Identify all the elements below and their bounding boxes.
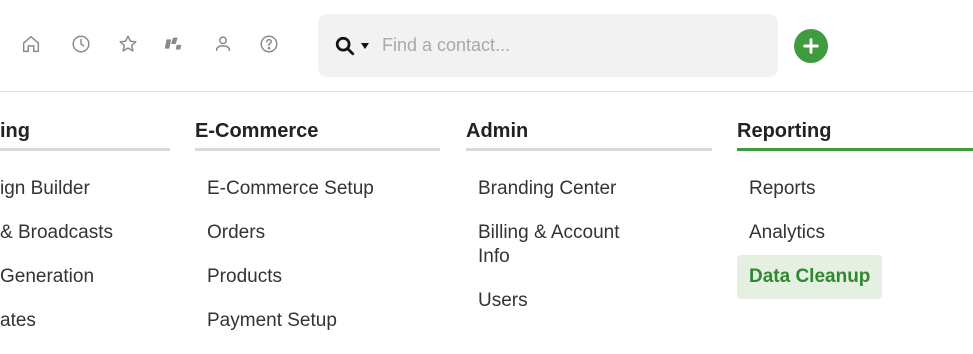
menu-item-data-cleanup[interactable]: Data Cleanup — [737, 255, 883, 299]
menu-column-ecommerce: E-Commerce E-Commerce Setup Orders Produ… — [195, 108, 440, 343]
menu-item[interactable]: Generation — [0, 255, 170, 299]
person-icon[interactable] — [210, 31, 236, 57]
menu-item-orders[interactable]: Orders — [195, 211, 440, 255]
home-icon[interactable] — [18, 31, 44, 57]
column-title: Admin — [466, 108, 712, 151]
menu-column-marketing: ing ign Builder & Broadcasts Generation … — [0, 108, 170, 343]
add-button[interactable] — [794, 29, 828, 63]
menu-item[interactable]: ign Builder — [0, 167, 170, 211]
menu-item-payment-setup[interactable]: Payment Setup — [195, 299, 440, 343]
menu-items: ign Builder & Broadcasts Generation ates — [0, 151, 170, 343]
column-title: ing — [0, 108, 170, 151]
pipeline-icon[interactable] — [160, 31, 186, 57]
menu-items: Reports Analytics Data Cleanup — [737, 151, 973, 299]
clock-icon[interactable] — [68, 31, 94, 57]
menu-item-products[interactable]: Products — [195, 255, 440, 299]
menu-item-billing[interactable]: Billing & Account Info — [466, 211, 666, 279]
menu-column-reporting: Reporting Reports Analytics Data Cleanup — [737, 108, 973, 299]
menu-item-analytics[interactable]: Analytics — [737, 211, 973, 255]
menu-item[interactable]: ates — [0, 299, 170, 343]
search-icon — [335, 36, 355, 55]
menu-item-reports[interactable]: Reports — [737, 167, 973, 211]
help-icon[interactable] — [256, 31, 282, 57]
chevron-down-icon — [361, 42, 369, 49]
search-input[interactable] — [382, 35, 742, 56]
contact-search — [318, 14, 778, 77]
plus-icon — [803, 38, 819, 54]
column-title: Reporting — [737, 108, 973, 151]
menu-item-users[interactable]: Users — [466, 279, 712, 323]
top-bar — [0, 0, 973, 92]
menu-items: E-Commerce Setup Orders Products Payment… — [195, 151, 440, 343]
column-title: E-Commerce — [195, 108, 440, 151]
menu-item-ecommerce-setup[interactable]: E-Commerce Setup — [195, 167, 440, 211]
star-icon[interactable] — [115, 31, 141, 57]
menu-items: Branding Center Billing & Account Info U… — [466, 151, 712, 323]
menu-item[interactable]: & Broadcasts — [0, 211, 170, 255]
menu-column-admin: Admin Branding Center Billing & Account … — [466, 108, 712, 323]
search-scope-dropdown[interactable] — [334, 35, 370, 57]
menu-item-branding-center[interactable]: Branding Center — [466, 167, 712, 211]
